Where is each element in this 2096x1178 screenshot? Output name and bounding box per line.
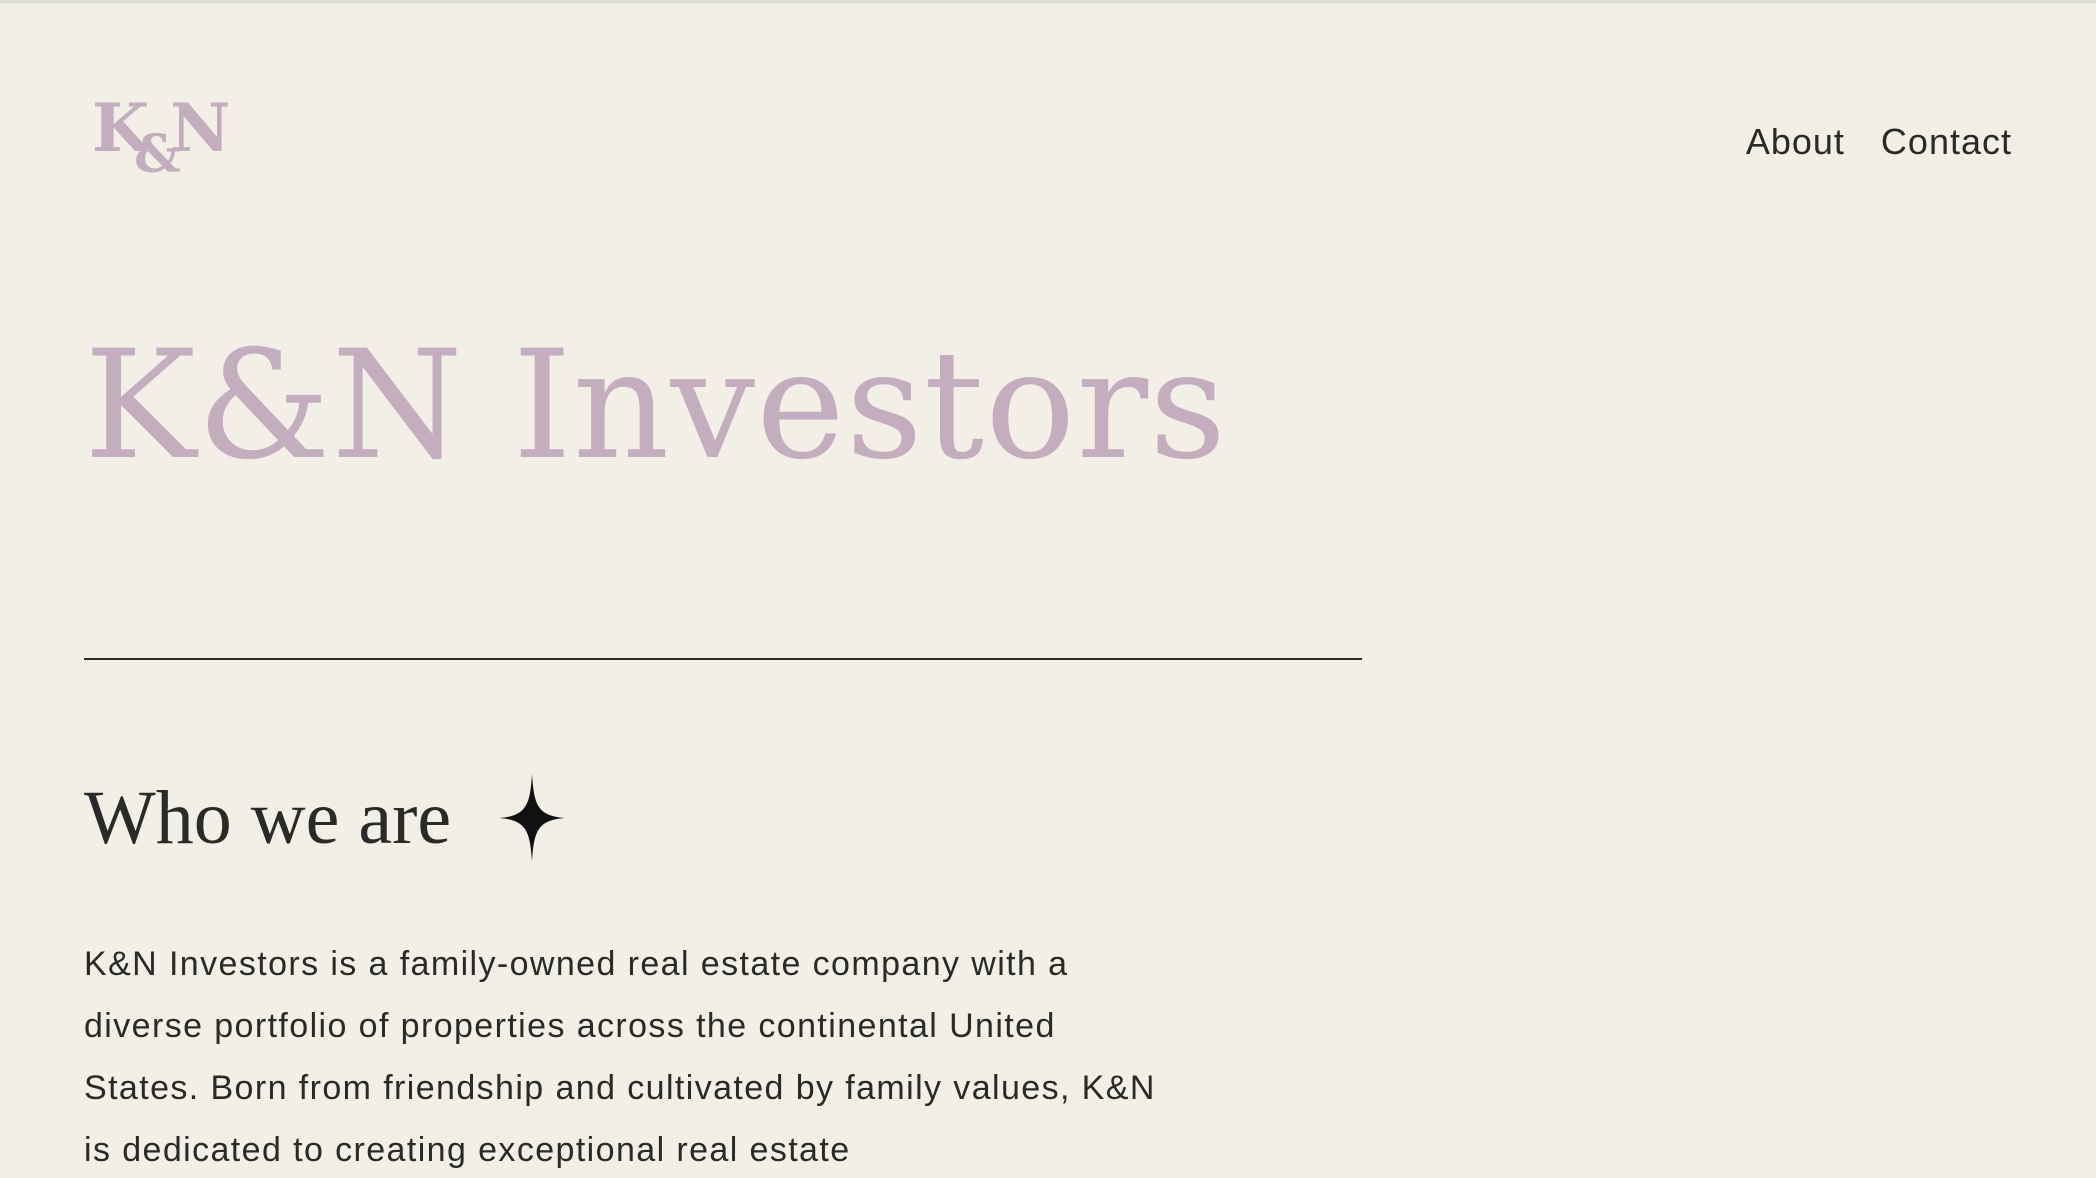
nav-link-contact[interactable]: Contact [1881,121,2012,163]
section-title: Who we are [84,776,452,860]
section-divider [84,658,1362,660]
hero-title: K&N Investors [84,319,1228,493]
main-nav: About Contact [1746,121,2012,163]
about-paragraph: K&N Investors is a family-owned real est… [84,945,1156,1169]
nav-link-about[interactable]: About [1746,121,1845,163]
logo-letter-n: N [170,89,231,167]
brand-logo[interactable]: K & N [90,95,230,185]
sparkle-icon [499,774,566,862]
who-we-are-header: Who we are [84,773,566,863]
page: K & N About Contact K&N Investors Who we… [0,0,2096,1178]
